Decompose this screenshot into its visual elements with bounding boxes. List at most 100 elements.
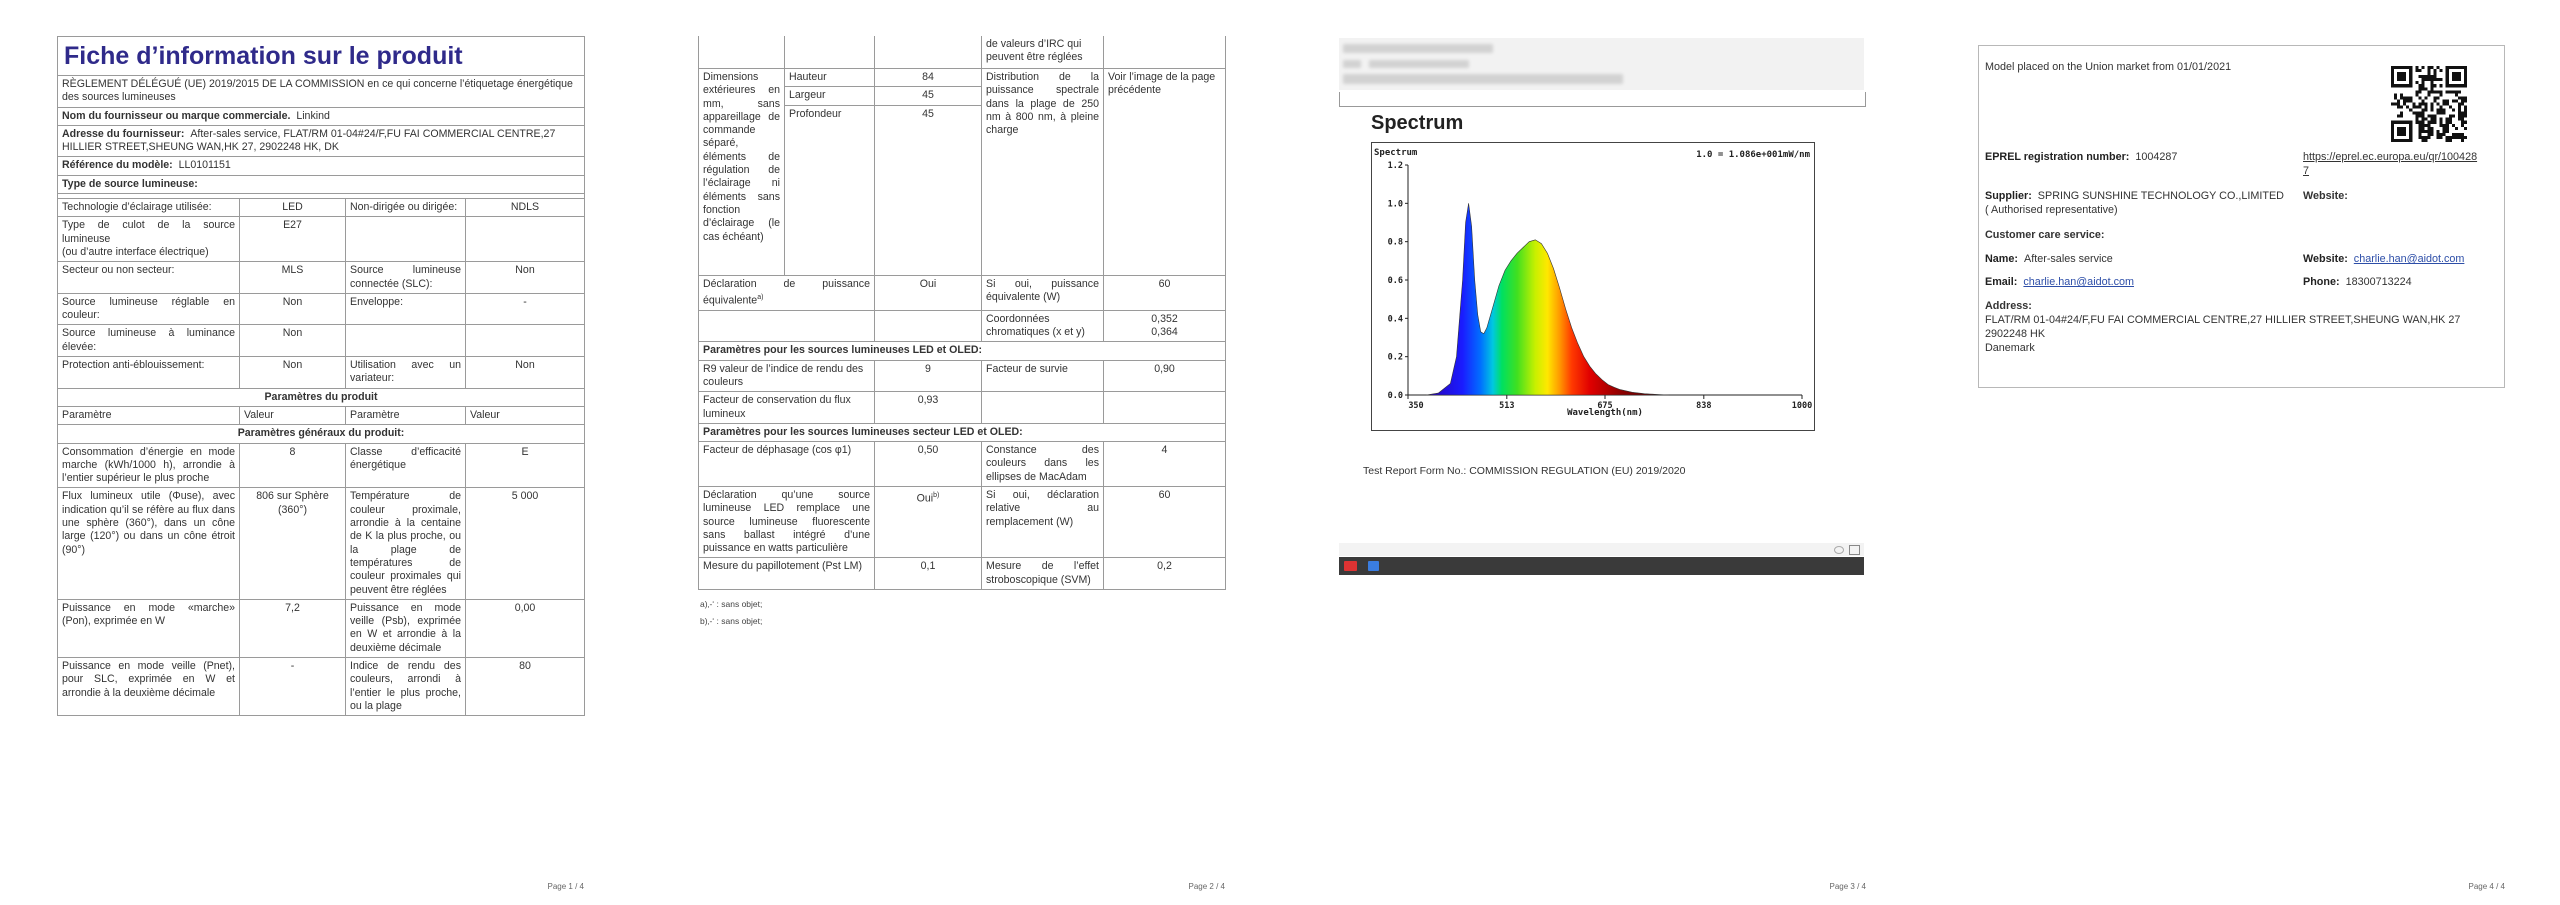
blurred-toolbar <box>1339 543 1864 556</box>
address-row: Adresse du fournisseur: After-sales serv… <box>57 124 585 158</box>
qr-module <box>2406 99 2410 103</box>
page-1: Fiche d’information sur le produit RÈGLE… <box>57 0 585 905</box>
qr-module <box>2457 132 2461 136</box>
taskbar <box>1339 557 1864 575</box>
qr-module <box>2433 120 2437 124</box>
qr-code-icon[interactable] <box>2391 66 2467 142</box>
qr-module <box>2445 120 2449 124</box>
qr-module <box>2463 120 2467 124</box>
qr-module <box>2454 66 2458 70</box>
table-cell: Classe d’efficacité énergétique <box>345 442 466 489</box>
qr-module <box>2454 90 2458 94</box>
qr-module <box>2424 123 2428 127</box>
qr-module <box>2448 90 2452 94</box>
equiv-power-label: Si oui, puissance équivalente (W) <box>981 274 1104 311</box>
qr-module <box>2403 66 2407 70</box>
replace-power-value: 60 <box>1103 485 1226 559</box>
qr-module <box>2421 123 2425 127</box>
qr-module <box>2451 90 2455 94</box>
qr-module <box>2451 108 2455 112</box>
qr-module <box>2409 96 2413 100</box>
qr-module <box>2451 132 2455 136</box>
svm-label: Mesure de l’effet stroboscopique (SVM) <box>981 557 1104 591</box>
qr-module <box>2463 135 2467 139</box>
qr-module <box>2418 129 2422 133</box>
qr-module <box>2457 78 2461 82</box>
table-cell: Non <box>239 356 346 389</box>
pst-label: Mesure du papillotement (Pst LM) <box>698 557 875 591</box>
qr-module <box>2451 66 2455 70</box>
qr-module <box>2439 132 2443 136</box>
supplier-label: Supplier: <box>1985 190 2032 202</box>
qr-module <box>2430 129 2434 133</box>
qr-module <box>2451 78 2455 82</box>
qr-module <box>2433 99 2437 103</box>
equiv-power-value: 60 <box>1103 274 1226 311</box>
qr-module <box>2427 123 2431 127</box>
regulation-text: RÈGLEMENT DÉLÉGUÉ (UE) 2019/2015 DE LA C… <box>57 75 585 108</box>
model-row: Référence du modèle: LL0101151 <box>57 156 585 176</box>
qr-module <box>2400 66 2404 70</box>
qr-module <box>2427 126 2431 130</box>
chroma-value: 0,352 0,364 <box>1103 309 1226 343</box>
qr-module <box>2391 129 2395 133</box>
qr-module <box>2409 69 2413 73</box>
qr-module <box>2418 96 2422 100</box>
qr-module <box>2448 120 2452 124</box>
eprel-link[interactable]: https://eprel.ec.europa.eu/qr/1004287 <box>2303 150 2483 178</box>
qr-module <box>2418 84 2422 88</box>
qr-module <box>2394 84 2398 88</box>
product-info-table-cont: de valeurs d’IRC qui peuvent être réglée… <box>698 36 1226 591</box>
y-tick-label: 0.0 <box>1388 391 1403 401</box>
email-link[interactable]: charlie.han@aidot.com <box>2023 276 2134 288</box>
y-tick-label: 0.8 <box>1388 238 1403 248</box>
col-header: Valeur <box>465 405 585 426</box>
qr-module <box>2421 75 2425 79</box>
empty-cell <box>698 309 875 343</box>
qr-module <box>2436 96 2440 100</box>
qr-module <box>2406 105 2410 109</box>
phase-label: Facteur de déphasage (cos φ1) <box>698 441 875 487</box>
qr-module <box>2427 90 2431 94</box>
replace-footnote-ref: b) <box>933 491 940 499</box>
qr-module <box>2454 99 2458 103</box>
qr-module <box>2427 75 2431 79</box>
table-cell: Non <box>239 324 346 358</box>
website2-link[interactable]: charlie.han@aidot.com <box>2354 253 2465 265</box>
qr-module <box>2397 78 2401 82</box>
qr-module <box>2457 111 2461 115</box>
qr-module <box>2400 132 2404 136</box>
chroma-x: 0,352 <box>1151 312 1178 325</box>
table-row: Puissance en mode veille (Pnet), pour SL… <box>57 656 585 717</box>
qr-module <box>2403 96 2407 100</box>
qr-module <box>2454 126 2458 130</box>
qr-module <box>2409 132 2413 136</box>
qr-module <box>2427 72 2431 76</box>
qr-module <box>2439 123 2443 127</box>
qr-module <box>2457 117 2461 121</box>
qr-module <box>2397 126 2401 130</box>
qr-module <box>2400 105 2404 109</box>
table-cell: Consommation d’énergie en mode marche (k… <box>57 442 240 489</box>
qr-module <box>2415 93 2419 97</box>
qr-module <box>2412 105 2416 109</box>
qr-module <box>2463 105 2467 109</box>
qr-module <box>2448 117 2452 121</box>
axis-ticks: 350 513 675 838 10000.00.20.40.60.81.01.2 <box>1388 161 1813 411</box>
equiv-footnote-ref: a) <box>757 293 764 301</box>
qr-module <box>2412 111 2416 115</box>
y-tick-label: 1.0 <box>1388 199 1403 209</box>
qr-module <box>2421 126 2425 130</box>
replace-value: Oui <box>916 492 934 505</box>
qr-module <box>2397 132 2401 136</box>
qr-module <box>2418 102 2422 106</box>
qr-module <box>2439 90 2443 94</box>
qr-module <box>2397 72 2401 76</box>
qr-module <box>2442 126 2446 130</box>
qr-module <box>2448 105 2452 109</box>
qr-module <box>2424 129 2428 133</box>
y-tick-label: 0.6 <box>1388 276 1403 286</box>
qr-module <box>2460 84 2464 88</box>
qr-module <box>2424 87 2428 91</box>
phone-label: Phone: <box>2303 276 2340 288</box>
